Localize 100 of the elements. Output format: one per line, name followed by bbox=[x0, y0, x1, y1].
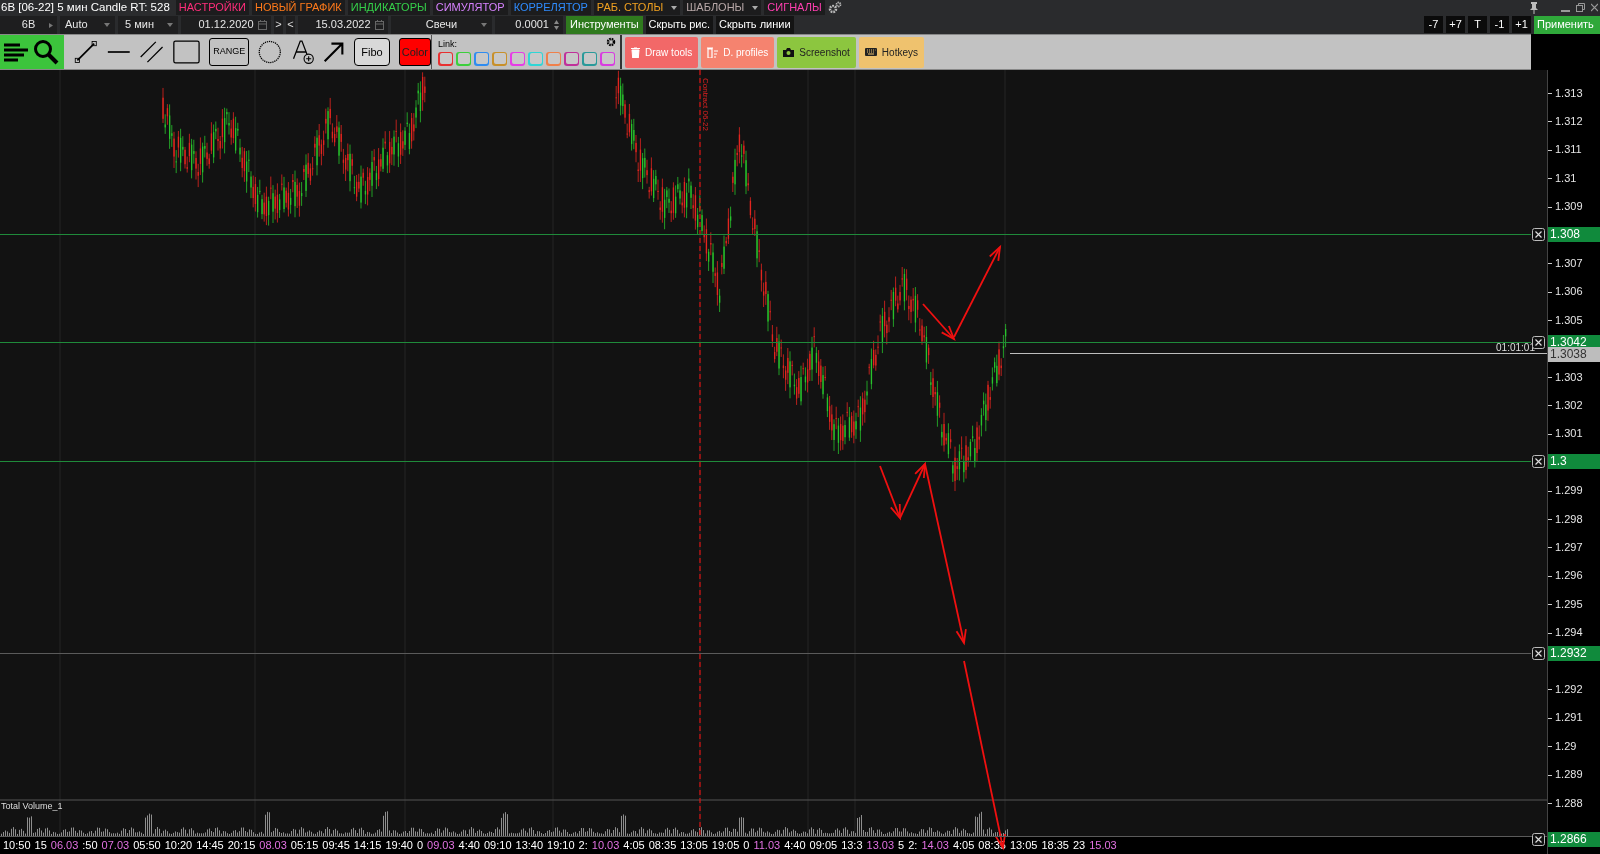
time-label: 13:05 bbox=[680, 838, 708, 854]
gear-icon[interactable] bbox=[606, 37, 616, 47]
link-color-button[interactable] bbox=[510, 51, 525, 66]
tick-mark bbox=[1548, 320, 1552, 322]
link-color-button[interactable] bbox=[582, 51, 597, 66]
time-label: 13:3 bbox=[841, 838, 863, 854]
tick-mark bbox=[1548, 121, 1552, 123]
tick-mark bbox=[1548, 689, 1552, 691]
previous-button[interactable]: < bbox=[286, 15, 295, 34]
date-field[interactable]: 01.12.2020 bbox=[181, 15, 271, 34]
color-button[interactable]: Color bbox=[398, 38, 431, 66]
time-label: 23 bbox=[1072, 838, 1086, 854]
shift-button[interactable]: T bbox=[1468, 16, 1487, 33]
step-field[interactable]: 0.0001 bbox=[495, 15, 563, 34]
price-tick: 1.289 bbox=[1555, 768, 1583, 782]
shift-button[interactable]: -1 bbox=[1490, 16, 1509, 33]
menu-item[interactable]: СИГНАЛЫ bbox=[764, 0, 825, 15]
link-color-button[interactable] bbox=[546, 51, 561, 66]
menu-item[interactable]: СИМУЛЯТОР bbox=[432, 0, 508, 15]
link-color-button[interactable] bbox=[474, 51, 489, 66]
segment-tool-icon[interactable] bbox=[74, 38, 98, 66]
time-label: 4:40 bbox=[784, 838, 806, 854]
tick-mark bbox=[1548, 774, 1552, 776]
price-tick: 1.307 bbox=[1555, 256, 1583, 270]
date-label: 06.03 bbox=[50, 838, 79, 854]
caret-icon bbox=[481, 22, 487, 27]
shift-button[interactable]: -7 bbox=[1424, 16, 1443, 33]
close-icon[interactable] bbox=[1532, 454, 1545, 468]
text-tool-icon[interactable] bbox=[290, 37, 315, 67]
action-button[interactable]: Hotkeys bbox=[858, 36, 924, 68]
timeframe-select[interactable]: 5 мин bbox=[118, 15, 178, 34]
time-label: 09:05 bbox=[809, 838, 838, 854]
link-color-button[interactable] bbox=[456, 51, 471, 66]
shift-button[interactable]: +7 bbox=[1446, 16, 1465, 33]
tick-mark bbox=[1548, 519, 1552, 520]
time-label: 05:15 bbox=[290, 838, 319, 854]
circle-tool-icon[interactable] bbox=[258, 38, 282, 66]
tick-mark bbox=[1548, 263, 1552, 265]
search-icon[interactable] bbox=[33, 39, 59, 65]
time-label: 5 bbox=[898, 838, 905, 854]
tick-mark bbox=[1548, 717, 1552, 719]
scale-select[interactable]: Auto bbox=[60, 15, 115, 34]
price-tick: 1.294 bbox=[1555, 626, 1583, 640]
restore-icon[interactable] bbox=[1576, 3, 1585, 12]
menu-item[interactable]: ШАБЛОНЫ bbox=[683, 0, 762, 15]
toolbar-button[interactable]: Инструменты bbox=[566, 15, 643, 34]
toolbar-button[interactable]: Скрыть линии bbox=[716, 15, 794, 34]
time-label: 09:45 bbox=[322, 838, 350, 854]
chart-type-select[interactable]: Свечи bbox=[391, 15, 492, 34]
time-label: 2: bbox=[908, 838, 918, 854]
time-label: 19:05 bbox=[711, 838, 740, 854]
shift-button[interactable]: +1 bbox=[1512, 16, 1531, 33]
tick-mark bbox=[1548, 291, 1552, 293]
price-tick: 1.296 bbox=[1555, 569, 1583, 583]
time-label: 13:40 bbox=[515, 838, 544, 854]
link-color-button[interactable] bbox=[438, 51, 453, 66]
time-label: 10:20 bbox=[164, 838, 193, 854]
spinner-arrows-icon[interactable] bbox=[554, 19, 559, 30]
price-tick: 1.288 bbox=[1555, 796, 1583, 810]
date-field[interactable]: 15.03.2022 bbox=[298, 15, 388, 34]
pin-icon[interactable] bbox=[1529, 1, 1539, 14]
menu-item[interactable]: РАБ. СТОЛЫ bbox=[593, 0, 681, 15]
menu-item[interactable]: НАСТРОЙКИ bbox=[175, 0, 249, 15]
price-tick: 1.306 bbox=[1555, 285, 1583, 299]
calendar-icon[interactable] bbox=[375, 19, 384, 30]
next-button[interactable]: > bbox=[274, 15, 283, 34]
tick-mark bbox=[1548, 490, 1552, 492]
date-label: 11.03 bbox=[753, 838, 781, 854]
time-label: 4:05 bbox=[952, 838, 975, 854]
link-color-button[interactable] bbox=[492, 51, 507, 66]
fibo-button[interactable]: Fibo bbox=[354, 38, 390, 66]
settings-icon[interactable] bbox=[827, 0, 842, 15]
price-tick: 1.31 bbox=[1555, 171, 1577, 185]
calendar-icon[interactable] bbox=[258, 19, 267, 30]
tick-mark bbox=[1548, 632, 1552, 634]
price-label: 1.3 bbox=[1548, 453, 1600, 469]
menu-item[interactable]: НОВЫЙ ГРАФИК bbox=[252, 0, 345, 15]
price-tick: 1.292 bbox=[1555, 682, 1583, 696]
price-tick: 1.298 bbox=[1555, 512, 1583, 526]
filter-icon bbox=[707, 46, 719, 58]
action-button[interactable]: Screenshot bbox=[777, 36, 856, 68]
price-tick: 1.295 bbox=[1555, 597, 1583, 611]
price-label: 1.2866 bbox=[1548, 831, 1600, 847]
link-color-button[interactable] bbox=[528, 51, 543, 66]
menu-item[interactable]: ИНДИКАТОРЫ bbox=[347, 0, 430, 15]
symbol-select[interactable]: 6B bbox=[0, 15, 57, 34]
range-button[interactable]: RANGE bbox=[209, 38, 250, 66]
tick-mark bbox=[1548, 178, 1552, 180]
menu-item[interactable]: КОРРЕЛЯТОР bbox=[510, 0, 591, 15]
close-icon[interactable] bbox=[1532, 227, 1545, 241]
tick-mark bbox=[1548, 206, 1552, 208]
price-label: 1.308 bbox=[1548, 226, 1600, 242]
link-color-button[interactable] bbox=[564, 51, 579, 66]
toolbar-button[interactable]: Скрыть рис. bbox=[645, 15, 714, 34]
link-color-button[interactable] bbox=[600, 51, 615, 66]
time-label: 08:35 bbox=[648, 838, 677, 854]
price-label: 1.2932 bbox=[1548, 645, 1600, 661]
rectangle-tool-icon[interactable] bbox=[173, 38, 201, 66]
close-icon[interactable] bbox=[1532, 646, 1545, 660]
close-icon[interactable] bbox=[1532, 832, 1545, 846]
